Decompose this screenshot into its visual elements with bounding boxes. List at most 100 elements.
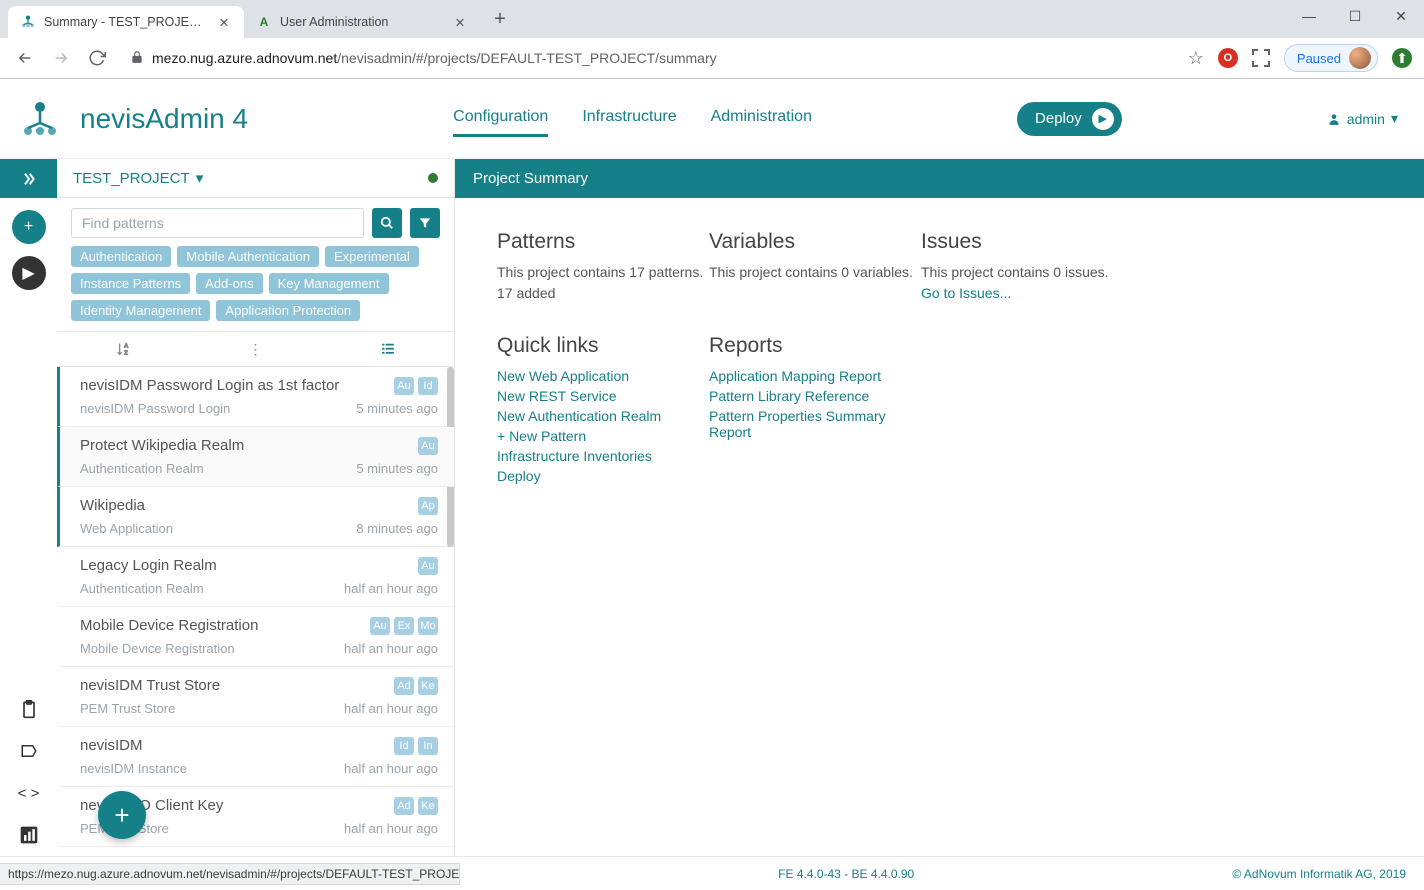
pattern-title: nevisIDM Trust Store	[80, 677, 394, 694]
extension-icon[interactable]: ⬆	[1392, 48, 1412, 68]
maximize-icon[interactable]: ☐	[1332, 0, 1378, 32]
sort-toolbar: AZ ⋮	[57, 331, 454, 367]
rail-play-button[interactable]: ▶	[12, 256, 46, 290]
app-body: + ▶ < > TEST_PROJECT ▾	[0, 159, 1424, 856]
extension-icon[interactable]	[1252, 49, 1270, 67]
filter-button[interactable]	[410, 208, 440, 238]
browser-tab-active[interactable]: Summary - TEST_PROJECT - nevi… ✕	[8, 6, 244, 38]
pattern-badge: Ke	[418, 797, 438, 815]
user-icon	[1327, 112, 1341, 126]
nav-administration[interactable]: Administration	[711, 100, 812, 137]
filter-tag[interactable]: Experimental	[325, 246, 419, 267]
tag-icon[interactable]	[16, 738, 42, 764]
quick-links: Quick links New Web Application New REST…	[497, 334, 707, 486]
report-link[interactable]: Application Mapping Report	[709, 366, 919, 386]
filter-tag[interactable]: Application Protection	[216, 300, 360, 321]
quicklink[interactable]: + New Pattern	[497, 426, 707, 446]
filter-tag[interactable]: Add-ons	[196, 273, 262, 294]
section-title: Reports	[709, 334, 919, 358]
pattern-badge: Ad	[394, 677, 414, 695]
search-input[interactable]	[71, 208, 364, 238]
tab-strip: Summary - TEST_PROJECT - nevi… ✕ A User …	[0, 0, 1424, 38]
nav-configuration[interactable]: Configuration	[453, 100, 548, 137]
quicklink[interactable]: New Web Application	[497, 366, 707, 386]
close-window-icon[interactable]: ✕	[1378, 0, 1424, 32]
rail-add-button[interactable]: +	[12, 210, 46, 244]
pattern-item[interactable]: nevisIDM IdIn nevisIDM Instancehalf an h…	[57, 727, 454, 787]
pattern-item[interactable]: Protect Wikipedia Realm Au Authenticatio…	[57, 427, 454, 487]
forward-button[interactable]	[48, 45, 74, 71]
sort-az-button[interactable]: AZ	[57, 341, 189, 357]
section-text: This project contains 0 variables.	[709, 262, 919, 283]
report-link[interactable]: Pattern Library Reference	[709, 386, 919, 406]
quicklink[interactable]: New REST Service	[497, 386, 707, 406]
pattern-subtitle: Mobile Device Registration	[80, 641, 344, 656]
pattern-title: nevisIDM	[80, 737, 394, 754]
browser-chrome: Summary - TEST_PROJECT - nevi… ✕ A User …	[0, 0, 1424, 79]
rail-expand-button[interactable]	[0, 159, 57, 198]
pattern-time: 5 minutes ago	[356, 461, 438, 476]
pattern-item[interactable]: nevisIDM Password Login as 1st factor Au…	[57, 367, 454, 427]
search-button[interactable]	[372, 208, 402, 238]
close-tab-icon[interactable]: ✕	[452, 15, 468, 30]
view-list-button[interactable]	[322, 342, 454, 356]
fab-add-button[interactable]: +	[98, 791, 146, 839]
left-rail: + ▶ < >	[0, 159, 57, 856]
profile-chip[interactable]: Paused	[1284, 44, 1378, 72]
app-logo	[20, 99, 60, 139]
pattern-subtitle: Authentication Realm	[80, 461, 356, 476]
more-options-button[interactable]: ⋮	[189, 341, 321, 358]
back-button[interactable]	[12, 45, 38, 71]
code-icon[interactable]: < >	[16, 780, 42, 806]
extension-icon[interactable]: O	[1218, 48, 1238, 68]
project-name: TEST_PROJECT	[73, 170, 190, 187]
sidebar: TEST_PROJECT ▾ Authentication Mobile Aut…	[57, 159, 455, 856]
nav-infrastructure[interactable]: Infrastructure	[582, 100, 676, 137]
pattern-time: half an hour ago	[344, 701, 438, 716]
tab-title: User Administration	[280, 15, 444, 29]
project-selector[interactable]: TEST_PROJECT ▾	[57, 159, 454, 198]
filter-tag[interactable]: Key Management	[269, 273, 389, 294]
patterns-summary: Patterns This project contains 17 patter…	[497, 230, 707, 304]
minimize-icon[interactable]: —	[1286, 0, 1332, 32]
filter-tag[interactable]: Instance Patterns	[71, 273, 190, 294]
pattern-list[interactable]: nevisIDM Password Login as 1st factor Au…	[57, 367, 454, 856]
pattern-item[interactable]: Wikipedia Ap Web Application8 minutes ag…	[57, 487, 454, 547]
pattern-item[interactable]: Legacy Login Realm Au Authentication Rea…	[57, 547, 454, 607]
url-input[interactable]: mezo.nug.azure.adnovum.net/nevisadmin/#/…	[120, 43, 1178, 73]
quicklink[interactable]: Deploy	[497, 466, 707, 486]
chart-icon[interactable]	[16, 822, 42, 848]
user-menu[interactable]: admin ▾	[1327, 110, 1398, 127]
new-tab-button[interactable]: +	[486, 8, 514, 31]
pattern-time: 5 minutes ago	[356, 401, 438, 416]
clipboard-icon[interactable]	[16, 696, 42, 722]
app-header: nevisAdmin 4 Configuration Infrastructur…	[0, 79, 1424, 159]
bookmark-icon[interactable]: ☆	[1188, 48, 1204, 69]
go-to-issues-link[interactable]: Go to Issues...	[921, 285, 1011, 301]
filter-tag[interactable]: Authentication	[71, 246, 171, 267]
pattern-subtitle: Authentication Realm	[80, 581, 344, 596]
pattern-badge: Ex	[394, 617, 414, 635]
close-tab-icon[interactable]: ✕	[216, 15, 232, 30]
tag-area: Authentication Mobile Authentication Exp…	[57, 246, 454, 331]
status-dot	[428, 173, 438, 183]
filter-tag[interactable]: Mobile Authentication	[177, 246, 319, 267]
section-title: Quick links	[497, 334, 707, 358]
reload-button[interactable]	[84, 45, 110, 71]
tab-title: Summary - TEST_PROJECT - nevi…	[44, 15, 208, 29]
pattern-item[interactable]: Mobile Device Registration AuExMo Mobile…	[57, 607, 454, 667]
avatar	[1349, 47, 1371, 69]
filter-tag[interactable]: Identity Management	[71, 300, 210, 321]
pattern-item[interactable]: nevisIDM Trust Store AdKe PEM Trust Stor…	[57, 667, 454, 727]
report-link[interactable]: Pattern Properties Summary Report	[709, 406, 919, 442]
deploy-button[interactable]: Deploy ▶	[1017, 102, 1122, 136]
quicklink[interactable]: New Authentication Realm	[497, 406, 707, 426]
svg-text:Z: Z	[124, 350, 128, 356]
pattern-badge: Mo	[418, 617, 438, 635]
play-icon: ▶	[1092, 108, 1114, 130]
address-bar: mezo.nug.azure.adnovum.net/nevisadmin/#/…	[0, 38, 1424, 78]
section-text: This project contains 0 issues.	[921, 262, 1181, 283]
browser-tab[interactable]: A User Administration ✕	[244, 6, 480, 38]
section-title: Patterns	[497, 230, 707, 254]
quicklink[interactable]: Infrastructure Inventories	[497, 446, 707, 466]
